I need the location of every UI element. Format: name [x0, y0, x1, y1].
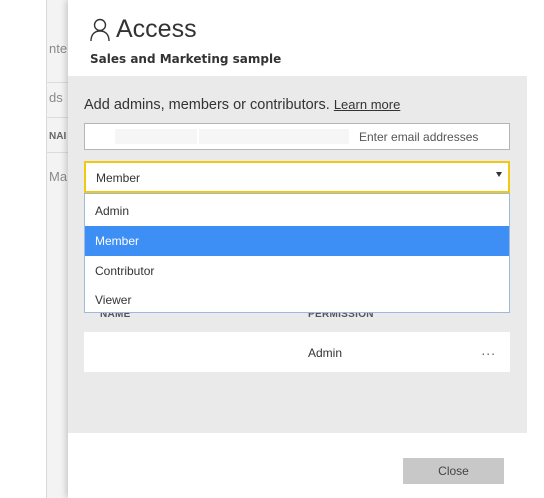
background-text-fragment: ds — [49, 90, 63, 105]
background-column-fragment: NAI — [49, 131, 67, 142]
add-access-text: Add admins, members or contributors. — [84, 97, 330, 113]
background-divider — [46, 117, 68, 118]
role-select-value: Member — [96, 171, 141, 185]
panel-subtitle: Sales and Marketing sample — [90, 52, 282, 66]
background-text-fragment: Ma — [49, 169, 67, 184]
background-page — [46, 0, 68, 498]
row-permission: Admin — [308, 346, 343, 360]
access-panel: Access Sales and Marketing sample Add ad… — [68, 0, 527, 498]
role-option-viewer[interactable]: Viewer — [85, 285, 509, 315]
person-icon — [90, 18, 110, 42]
role-dropdown-list: Admin Member Contributor Viewer — [84, 193, 510, 313]
panel-body: Add admins, members or contributors. Lea… — [68, 76, 527, 433]
email-field[interactable] — [84, 123, 510, 150]
learn-more-link[interactable]: Learn more — [334, 97, 400, 112]
panel-title: Access — [116, 15, 197, 43]
role-select[interactable]: Member — [84, 161, 510, 193]
role-option-contributor[interactable]: Contributor — [85, 256, 509, 286]
redacted-email-chip — [115, 129, 197, 144]
caret-down-icon — [496, 172, 502, 177]
role-option-member[interactable]: Member — [85, 226, 509, 256]
background-divider — [46, 152, 68, 153]
more-options-icon[interactable]: ... — [481, 342, 496, 358]
table-row: Admin ... — [84, 332, 510, 372]
close-button[interactable]: Close — [403, 458, 504, 484]
background-text-fragment: nte — [49, 41, 67, 56]
role-option-admin[interactable]: Admin — [85, 196, 509, 226]
add-access-label: Add admins, members or contributors. Lea… — [84, 97, 400, 113]
window-right-edge — [527, 0, 544, 498]
email-input[interactable] — [349, 124, 509, 149]
panel-header: Access Sales and Marketing sample — [68, 0, 527, 76]
background-left-edge — [0, 0, 46, 498]
redacted-email-chip — [199, 129, 349, 144]
background-divider — [46, 82, 68, 83]
